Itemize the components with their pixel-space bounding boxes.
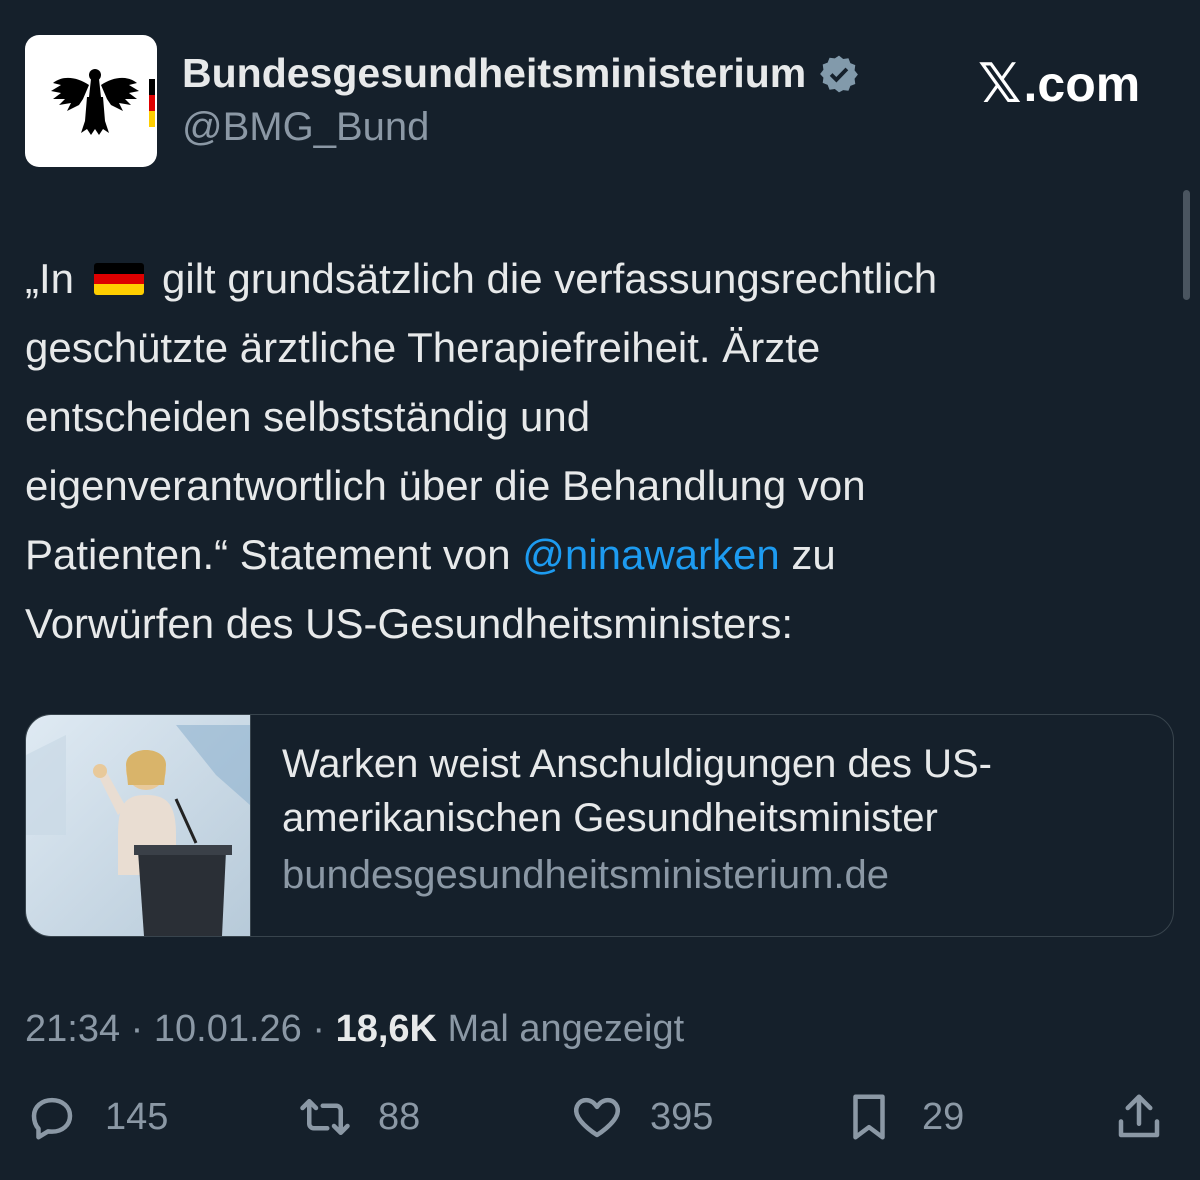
card-thumbnail-image — [26, 715, 251, 936]
tweet-line-3: entscheiden selbstständig und — [25, 393, 591, 440]
site-label: .com — [1023, 55, 1141, 112]
tweet-line-6: Vorwürfen des US-Gesundheitsministers: — [25, 600, 793, 647]
like-button[interactable]: 395 — [570, 1090, 713, 1144]
reply-icon — [31, 1097, 73, 1140]
author-name[interactable]: Bundesgesundheitsministerium — [182, 50, 860, 97]
tweet-line-5-end: zu — [791, 531, 836, 578]
mention-link[interactable]: @ninawarken — [522, 531, 779, 578]
avatar[interactable] — [25, 35, 157, 167]
reply-count: 145 — [105, 1095, 169, 1138]
action-bar: 145 88 395 29 — [0, 1090, 1200, 1170]
bookmark-button[interactable]: 29 — [842, 1090, 964, 1144]
tweet-prefix: „In — [25, 255, 75, 302]
author-name-text: Bundesgesundheitsministerium — [182, 50, 807, 96]
bookmark-count: 29 — [922, 1095, 965, 1138]
tweet-line-5-text: Patienten.“ Statement von — [25, 531, 523, 578]
x-com-logo: 𝕏 .com — [978, 52, 1140, 115]
tweet-line-4: eigenverantwortlich über die Behandlung … — [25, 462, 866, 509]
germany-flag-icon — [94, 263, 145, 295]
share-button[interactable] — [1112, 1090, 1166, 1144]
tweet-date[interactable]: 10.01.26 — [154, 1008, 302, 1050]
meta-separator: · — [130, 1008, 144, 1050]
tweet-line-5: Patienten.“ Statement von @ninawarken zu — [25, 520, 1165, 589]
verified-badge-icon — [820, 55, 859, 92]
like-count: 395 — [650, 1095, 714, 1138]
card-title: Warken weist Anschuldigungen des US- ame… — [282, 737, 1142, 845]
scrollbar[interactable] — [1183, 190, 1190, 300]
tweet-line-1: „In gilt grundsätzlich die verfassungsrec… — [25, 244, 1165, 313]
link-preview-card[interactable]: Warken weist Anschuldigungen des US- ame… — [25, 714, 1174, 937]
reply-button[interactable]: 145 — [25, 1090, 168, 1144]
x-logo-icon: 𝕏 — [978, 54, 1022, 114]
tweet-line-2: geschützte ärztliche Therapiefreiheit. Ä… — [25, 324, 821, 371]
repost-button[interactable]: 88 — [298, 1090, 420, 1144]
share-icon — [1118, 1094, 1160, 1138]
card-title-line-2: amerikanischen Gesundheitsminister — [282, 796, 938, 840]
repost-icon — [300, 1099, 350, 1135]
tweet-text: „In gilt grundsätzlich die verfassungsrec… — [25, 244, 1165, 658]
views-count: 18,6K — [335, 1008, 437, 1050]
federal-eagle-icon — [51, 69, 155, 135]
tweet-line-1-text: gilt grundsätzlich die verfassungsrechtl… — [162, 255, 938, 302]
tweet-meta: 21:34 · 10.01.26 · 18,6K Mal angezeigt — [25, 1008, 684, 1051]
repost-count: 88 — [378, 1095, 421, 1138]
tweet-time[interactable]: 21:34 — [25, 1008, 120, 1050]
speaker-photo-icon — [26, 715, 250, 936]
bookmark-icon — [853, 1094, 885, 1140]
heart-icon — [573, 1097, 621, 1138]
meta-separator: · — [312, 1008, 326, 1050]
author-handle[interactable]: @BMG_Bund — [182, 105, 429, 150]
card-title-line-1: Warken weist Anschuldigungen des US- — [282, 742, 992, 786]
views-label: Mal angezeigt — [447, 1008, 685, 1050]
card-domain: bundesgesundheitsministerium.de — [282, 853, 890, 897]
